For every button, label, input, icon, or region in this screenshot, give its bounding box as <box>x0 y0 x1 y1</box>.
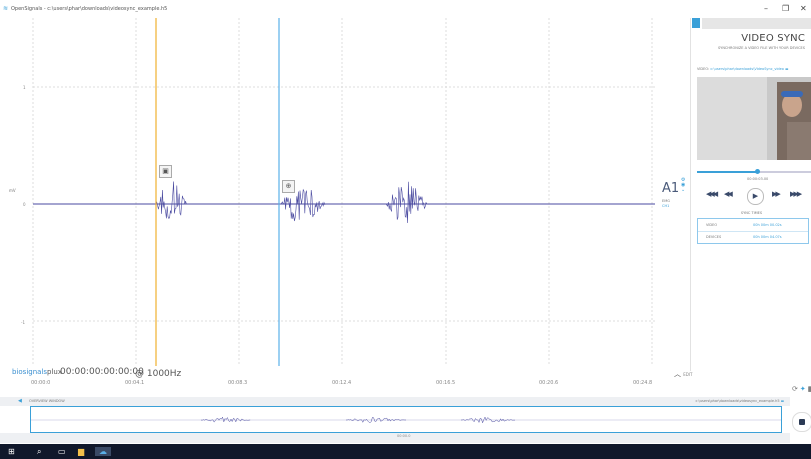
sampling-rate: @ 1000Hz <box>135 369 182 379</box>
brand-logo: biosignalsplux <box>12 368 62 376</box>
minimize-button[interactable]: – <box>764 4 768 13</box>
chevron-down-icon[interactable]: ⌄ <box>681 188 687 193</box>
channel-id: CH1 <box>662 204 670 208</box>
skip-back-icon[interactable]: ◀◀◀ <box>706 190 718 198</box>
time-tick: 00:12.4 <box>332 380 352 386</box>
video-thumbnail <box>697 77 811 160</box>
sync-times-title: SYNC TIMES <box>740 211 763 215</box>
panel-header-bar <box>702 18 811 29</box>
folder-icon: ▬ <box>780 399 784 403</box>
signal-plot-canvas[interactable]: 1 0 -1 <box>0 18 690 371</box>
opensignals-taskbar-icon[interactable]: ☁ <box>95 447 111 456</box>
y-axis-unit: mV <box>9 188 16 193</box>
task-view-icon[interactable]: ▭ <box>58 447 66 456</box>
y-tick-minus1: -1 <box>21 320 25 325</box>
record-button[interactable] <box>792 412 811 432</box>
video-path[interactable]: VIDEO: c:\users\phar\downloads\VideoSync… <box>697 67 809 71</box>
title-bar: ≋ OpenSignals - c:\users\phar\downloads\… <box>0 0 811 18</box>
overview-canvas[interactable] <box>31 407 781 432</box>
folder-icon: ▬ <box>785 67 789 71</box>
overview-path: c:\users\phar\downloads\videosync_exampl… <box>695 399 784 403</box>
play-button[interactable]: ▶ <box>747 188 764 205</box>
video-sync-panel: VIDEO SYNC SYNCHRONIZE A VIDEO FILE WITH… <box>692 18 811 272</box>
video-time: 00:00:03.00 <box>747 177 769 181</box>
plot-grid <box>32 18 655 366</box>
playback-controls: ◀◀◀ ◀◀ ▶ ▶▶ ▶▶▶ <box>702 188 811 205</box>
channel-tools: ⚙ ◉ ⌄ <box>681 178 687 193</box>
overview-header: ◀ OVERVIEW WINDOW c:\users\phar\download… <box>0 397 790 406</box>
channel-label: A1 <box>662 181 680 196</box>
target-icon[interactable]: ⊕ <box>282 180 295 193</box>
time-tick: 00:24.8 <box>633 380 653 386</box>
window-title: OpenSignals - c:\users\phar\downloads\vi… <box>11 6 168 12</box>
pin-icon[interactable]: ✦ <box>800 385 806 393</box>
windows-start-icon[interactable]: ⊞ <box>8 447 15 456</box>
file-explorer-icon[interactable]: ▆ <box>78 447 84 456</box>
overview-footer <box>0 433 790 443</box>
taskbar: ⊞ ⌕ ▭ ▆ ☁ <box>0 444 811 459</box>
video-camera-icon[interactable] <box>692 18 700 28</box>
time-tick: 00:04.1 <box>125 380 145 386</box>
fast-forward-icon[interactable]: ▶▶ <box>772 190 781 198</box>
rewind-icon[interactable]: ◀◀ <box>724 190 733 198</box>
stop-icon <box>799 419 805 425</box>
arrow-left-icon[interactable]: ◀ <box>18 398 22 404</box>
video-sync-subtitle: SYNCHRONIZE A VIDEO FILE WITH YOUR DEVIC… <box>717 46 805 50</box>
time-tick: 00:00:0 <box>31 380 51 386</box>
channel-sensor: EMG <box>662 199 670 203</box>
sync-times-table: VIDEO 00h 00m 00.02s DEVICES 00h 00m 04.… <box>697 218 809 244</box>
time-tick: 00:08.3 <box>228 380 248 386</box>
lock-icon[interactable]: ▣ <box>159 165 172 178</box>
search-icon[interactable]: ⌕ <box>37 447 41 457</box>
timecode: 00:00:00:00:00:00 <box>60 367 144 377</box>
view-tools: ⟳✦▦ <box>790 385 811 393</box>
video-sync-title: VIDEO SYNC <box>741 33 805 44</box>
refresh-icon[interactable]: ⟳ <box>792 385 798 393</box>
skip-forward-icon[interactable]: ▶▶▶ <box>790 190 802 198</box>
video-frame[interactable] <box>697 77 811 160</box>
signal-plot[interactable]: 1 0 -1 mV ▣ ⊕ A1 EMG CH1 ⚙ ◉ ⌄ <box>0 18 691 371</box>
video-progress-slider[interactable] <box>697 169 811 174</box>
maximize-button[interactable]: ❐ <box>782 4 789 13</box>
time-tick: 00:20.6 <box>539 380 559 386</box>
y-tick-1: 1 <box>23 85 26 90</box>
time-tick: 00:16.5 <box>436 380 456 386</box>
divider <box>698 231 808 232</box>
close-button[interactable]: ✕ <box>800 4 807 13</box>
collapse-button[interactable]: ︿ EDIT <box>674 369 692 379</box>
video-progress-knob[interactable] <box>754 169 760 174</box>
app-icon: ≋ <box>3 5 9 12</box>
overview-time: 00:00.0 <box>397 434 411 438</box>
video-progress-fill <box>697 171 758 173</box>
overview-plot[interactable] <box>30 406 782 433</box>
y-tick-0: 0 <box>23 202 26 207</box>
overview-label: OVERVIEW WINDOW <box>29 399 65 403</box>
